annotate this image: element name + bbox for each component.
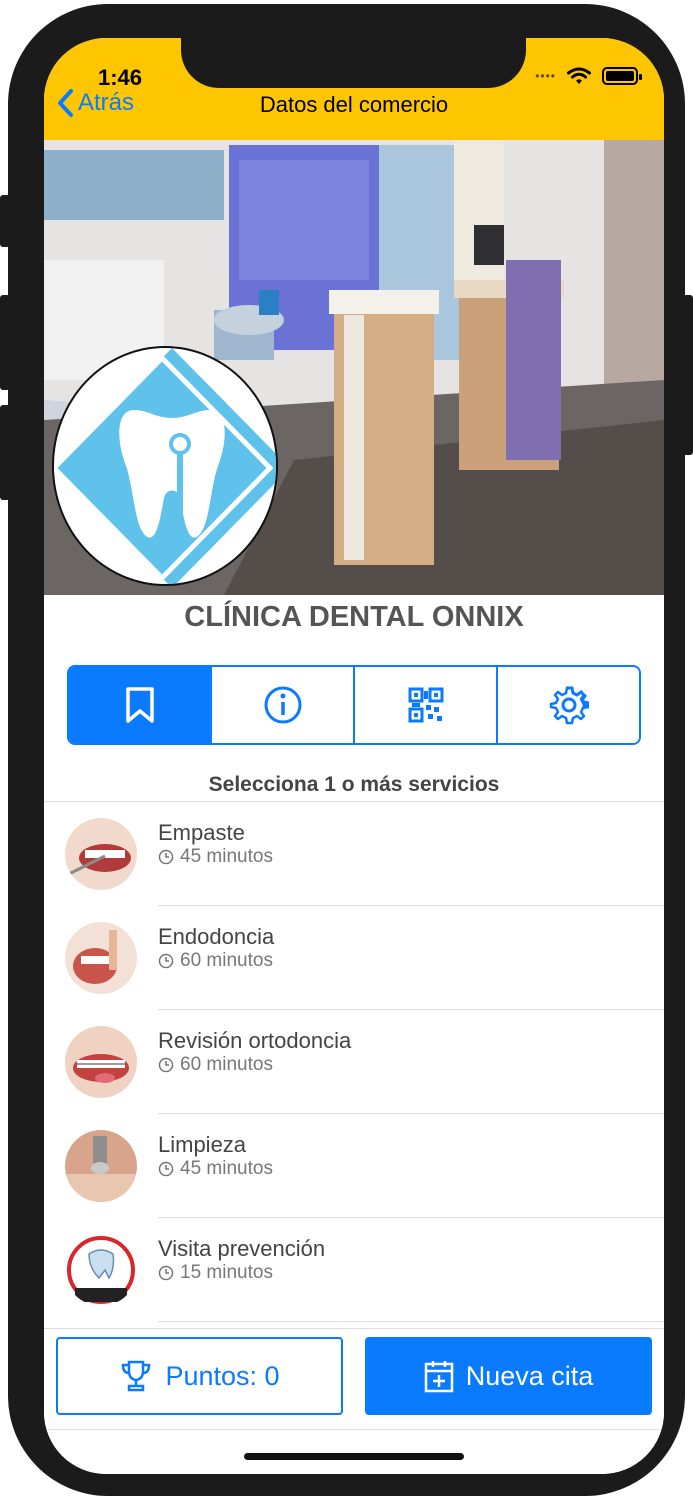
tab-info[interactable] [212, 667, 355, 743]
business-name: CLÍNICA DENTAL ONNIX [184, 601, 524, 633]
screen: 1:46 •••• Atrás Datos del comercio CLÍNI… [44, 38, 664, 1474]
service-name: Empaste [158, 820, 245, 845]
service-duration-text: 45 minutos [180, 846, 273, 867]
service-item-limpieza[interactable]: Limpieza 45 minutos [44, 1114, 664, 1218]
service-thumbnail [65, 1234, 137, 1306]
phone-frame: 1:46 •••• Atrás Datos del comercio CLÍNI… [8, 4, 685, 1496]
calendar-plus-icon [424, 1361, 453, 1393]
clock-icon [158, 849, 174, 865]
signal-icon: •••• [535, 69, 556, 83]
footer-bar: Puntos: 0 Nueva cita [44, 1328, 664, 1474]
clock-icon [158, 1057, 174, 1073]
battery-icon [602, 67, 642, 85]
service-thumbnail [65, 818, 137, 890]
service-duration: 45 minutos [158, 846, 273, 868]
clock-icon [158, 1265, 174, 1281]
service-item-empaste[interactable]: Empaste 45 minutos [44, 802, 664, 906]
service-duration-text: 60 minutos [180, 1054, 273, 1075]
clock-icon [158, 953, 174, 969]
service-thumbnail [65, 1130, 137, 1202]
services-section-title: Selecciona 1 o más servicios [208, 773, 500, 796]
tab-qr[interactable] [355, 667, 498, 743]
service-duration-text: 15 minutos [180, 1262, 273, 1283]
service-name: Revisión ortodoncia [158, 1028, 352, 1053]
service-item-endodoncia[interactable]: Endodoncia 60 minutos [44, 906, 664, 1010]
new-appointment-label: Nueva cita [465, 1360, 594, 1391]
clock-icon [158, 1161, 174, 1177]
qr-code-icon [408, 687, 443, 723]
divider [44, 1429, 664, 1430]
bookmark-icon [125, 687, 154, 723]
service-name: Limpieza [158, 1132, 247, 1157]
services-list: Empaste 45 minutos Endodoncia 60 minutos… [44, 802, 664, 1322]
service-name: Visita prevención [158, 1236, 326, 1261]
service-thumbnail [65, 1026, 137, 1098]
trophy-icon [122, 1360, 151, 1392]
service-item-visita-prevencion[interactable]: Visita prevención 15 minutos [44, 1218, 664, 1322]
status-icons: •••• [535, 66, 642, 86]
points-button[interactable]: Puntos: 0 [56, 1337, 343, 1415]
service-duration-text: 60 minutos [180, 950, 273, 971]
service-item-revision-ortodoncia[interactable]: Revisión ortodoncia 60 minutos [44, 1010, 664, 1114]
notch [181, 38, 526, 88]
tab-services[interactable] [69, 667, 212, 743]
divider [158, 1321, 664, 1322]
service-duration: 15 minutos [158, 1262, 273, 1284]
service-duration: 60 minutos [158, 950, 273, 972]
cover-image [44, 140, 664, 595]
service-thumbnail [65, 922, 137, 994]
tab-settings[interactable] [498, 667, 639, 743]
home-indicator[interactable] [244, 1453, 464, 1460]
tooth-logo-icon [54, 348, 276, 584]
tab-bar [67, 665, 641, 745]
navigation-header: 1:46 •••• Atrás Datos del comercio [44, 38, 664, 140]
wifi-icon [567, 67, 591, 84]
service-duration: 60 minutos [158, 1054, 273, 1076]
service-duration: 45 minutos [158, 1158, 273, 1180]
clinic-logo [52, 346, 278, 586]
page-title: Datos del comercio [259, 92, 449, 117]
points-label: Puntos: 0 [165, 1360, 280, 1391]
info-icon [264, 686, 301, 724]
service-duration-text: 45 minutos [180, 1158, 273, 1179]
new-appointment-button[interactable]: Nueva cita [365, 1337, 652, 1415]
service-name: Endodoncia [158, 924, 275, 949]
gear-icon [549, 686, 589, 725]
